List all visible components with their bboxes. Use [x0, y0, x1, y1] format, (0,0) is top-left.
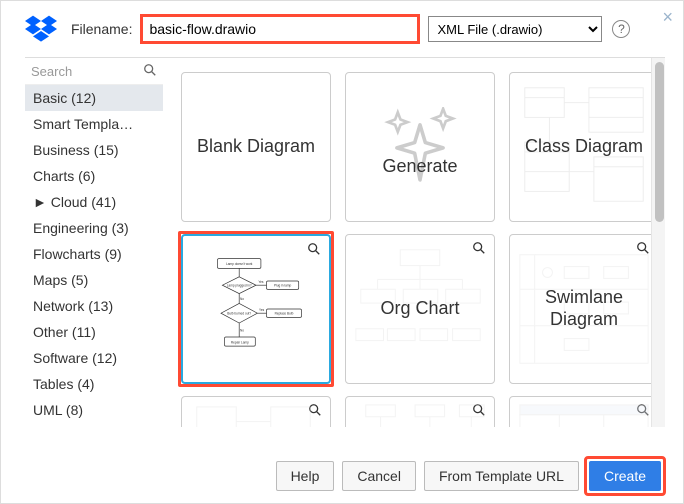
create-highlight: Create: [587, 459, 663, 493]
search-icon[interactable]: [143, 63, 157, 77]
category-item-smart[interactable]: Smart Templa…: [25, 111, 163, 137]
svg-text:No: No: [240, 328, 244, 332]
help-button[interactable]: Help: [276, 461, 335, 491]
category-item-software[interactable]: Software (12): [25, 345, 163, 371]
category-item-business[interactable]: Business (15): [25, 137, 163, 163]
category-item-basic[interactable]: Basic (12): [25, 85, 163, 111]
category-sidebar: Basic (12) Smart Templa… Business (15) C…: [25, 58, 163, 427]
template-blank[interactable]: Blank Diagram: [181, 72, 331, 222]
svg-text:Yes: Yes: [258, 280, 264, 284]
template-label: Entity: [223, 425, 288, 427]
from-template-url-button[interactable]: From Template URL: [424, 461, 579, 491]
category-item-charts[interactable]: Charts (6): [25, 163, 163, 189]
template-simple[interactable]: Simple: [509, 396, 659, 427]
template-label: Org Chart: [370, 298, 469, 320]
svg-text:Yes: Yes: [259, 308, 265, 312]
header: Filename: XML File (.drawio) ?: [1, 1, 683, 51]
create-button[interactable]: Create: [589, 461, 661, 491]
template-class[interactable]: Class Diagram: [509, 72, 659, 222]
entity-thumb: [182, 397, 330, 427]
template-swimlane[interactable]: Swimlane Diagram: [509, 234, 659, 384]
template-org[interactable]: Org Chart: [345, 234, 495, 384]
scroll-thumb[interactable]: [655, 62, 664, 222]
svg-text:Lamp doesn't work: Lamp doesn't work: [226, 262, 253, 266]
category-item-other[interactable]: Other (11): [25, 319, 163, 345]
template-label: Generate: [372, 156, 467, 178]
category-item-cloud[interactable]: ► Cloud (41): [25, 189, 163, 215]
template-entity[interactable]: Entity: [181, 396, 331, 427]
close-icon[interactable]: ×: [662, 7, 673, 28]
template-label: Class Diagram: [515, 136, 653, 158]
filetype-select[interactable]: XML File (.drawio): [428, 16, 602, 42]
category-item-maps[interactable]: Maps (5): [25, 267, 163, 293]
category-item-flowcharts[interactable]: Flowcharts (9): [25, 241, 163, 267]
body: Basic (12) Smart Templa… Business (15) C…: [25, 57, 665, 427]
template-sequence[interactable]: Sequence: [345, 396, 495, 427]
svg-text:Bulb burned out?: Bulb burned out?: [227, 312, 251, 316]
flowchart-thumb: Lamp doesn't work Lamp plugged in? Plug …: [200, 253, 312, 365]
dropbox-icon: [25, 15, 57, 43]
footer-buttons: Help Cancel From Template URL Create: [276, 459, 663, 493]
filename-input[interactable]: [142, 16, 418, 42]
template-label: Swimlane Diagram: [510, 287, 658, 330]
filename-label: Filename:: [71, 21, 132, 37]
cancel-button[interactable]: Cancel: [342, 461, 416, 491]
svg-text:Repair Lamp: Repair Lamp: [231, 340, 249, 344]
template-generate[interactable]: Generate: [345, 72, 495, 222]
svg-text:Lamp plugged in?: Lamp plugged in?: [227, 284, 252, 288]
category-item-engineering[interactable]: Engineering (3): [25, 215, 163, 241]
sequence-thumb: [346, 397, 494, 427]
svg-text:Replace Bulb: Replace Bulb: [275, 312, 294, 316]
template-label: Blank Diagram: [187, 136, 325, 158]
category-item-uml[interactable]: UML (8): [25, 397, 163, 423]
new-diagram-dialog: × Filename: XML File (.drawio) ? Basic (…: [0, 0, 684, 504]
category-item-venn[interactable]: Venn (8): [25, 423, 163, 427]
svg-text:Plug in lamp: Plug in lamp: [274, 284, 292, 288]
grid-scrollbar[interactable]: [651, 58, 665, 427]
template-grid: Blank Diagram Generate: [163, 58, 665, 427]
category-item-tables[interactable]: Tables (4): [25, 371, 163, 397]
category-item-network[interactable]: Network (13): [25, 293, 163, 319]
svg-text:No: No: [240, 297, 244, 301]
template-flowchart[interactable]: Lamp doesn't work Lamp plugged in? Plug …: [181, 234, 331, 384]
search-wrap: [25, 58, 163, 85]
category-list: Basic (12) Smart Templa… Business (15) C…: [25, 85, 163, 427]
simple-thumb: [510, 397, 658, 427]
help-icon[interactable]: ?: [612, 20, 630, 38]
template-label: Simple: [546, 425, 621, 427]
